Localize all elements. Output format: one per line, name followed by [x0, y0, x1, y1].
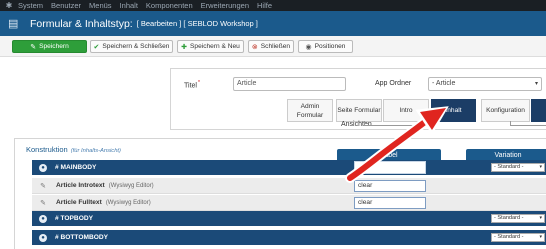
bottombody-variation-select[interactable]: - Standard - ▾ — [491, 233, 545, 242]
joomla-logo-icon[interactable]: ✱ — [4, 1, 14, 10]
title-label: Titel* — [184, 80, 200, 90]
check-icon: ✔ — [93, 43, 100, 51]
toolbar: ✎ Speichern ✔ Speichern & Schließen ✚ Sp… — [0, 36, 546, 57]
positions-button-label: Positionen — [314, 43, 346, 50]
tab-site-form[interactable]: Seite Formular — [336, 99, 382, 122]
app-folder-select[interactable]: - Article ▾ — [428, 77, 542, 91]
chevron-down-icon: ▾ — [539, 164, 542, 170]
menu-help[interactable]: Hilfe — [257, 1, 272, 10]
title-input[interactable]: Article — [233, 77, 346, 91]
tab-intro-label: Intro — [399, 107, 413, 114]
close-button-label: Schließen — [260, 43, 291, 50]
construction-title: Konstruktion (für Inhalts-Ansicht) — [26, 145, 121, 154]
field-type: (Wysiwyg Editor) — [105, 199, 151, 206]
topbody-variation-select[interactable]: - Standard - ▾ — [491, 214, 545, 223]
menu-extensions[interactable]: Erweiterungen — [201, 1, 249, 10]
positions-button[interactable]: ◉ Positionen — [298, 40, 353, 53]
save-new-button-label: Speichern & Neu — [190, 43, 240, 50]
breadcrumb: [ Bearbeiten ] [ SEBLOD Workshop ] — [136, 19, 258, 28]
field-name: Article Fulltext — [56, 199, 102, 206]
page-header: ▤ Formular & Inhaltstyp: [ Bearbeiten ] … — [0, 11, 546, 36]
position-name: # MAINBODY — [55, 164, 97, 171]
menu-users[interactable]: Benutzer — [51, 1, 81, 10]
menu-system[interactable]: System — [18, 1, 43, 10]
menu-menus[interactable]: Menüs — [89, 1, 112, 10]
introtext-label-input[interactable]: clear — [354, 180, 426, 192]
chevron-down-icon: ▾ — [539, 215, 542, 221]
save-new-button[interactable]: ✚ Speichern & Neu — [177, 40, 244, 53]
tab-more[interactable] — [531, 99, 546, 122]
close-button[interactable]: ⊗ Schließen — [248, 40, 294, 53]
field-name: Article Introtext — [56, 182, 105, 189]
tab-intro[interactable]: Intro — [383, 99, 429, 122]
save-close-button[interactable]: ✔ Speichern & Schließen — [90, 40, 173, 53]
menu-components[interactable]: Komponenten — [146, 1, 193, 10]
close-icon: ⊗ — [251, 43, 258, 51]
tab-configuration[interactable]: Konfiguration — [481, 99, 530, 122]
toggle-dot-icon[interactable]: ● — [39, 233, 47, 242]
pencil-icon[interactable]: ✎ — [39, 182, 47, 190]
menu-content[interactable]: Inhalt — [120, 1, 138, 10]
chevron-down-icon: ▾ — [534, 81, 538, 87]
tab-admin-form-label: Admin Formular — [296, 102, 324, 119]
toggle-dot-icon[interactable]: ● — [39, 214, 47, 223]
pencil-icon[interactable]: ✎ — [39, 199, 47, 207]
required-mark: * — [197, 80, 200, 86]
construction-subtitle: (für Inhalts-Ansicht) — [70, 148, 121, 154]
tab-site-form-label: Seite Formular — [337, 107, 381, 114]
views-bracket — [364, 121, 424, 126]
top-menubar: ✱ System Benutzer Menüs Inhalt Komponent… — [0, 0, 546, 11]
page-title: Formular & Inhaltstyp: — [30, 17, 133, 30]
position-row-mainbody[interactable]: ● # MAINBODY — [32, 160, 546, 175]
chevron-down-icon: ▾ — [539, 234, 542, 240]
toggle-dot-icon[interactable]: ● — [39, 163, 47, 172]
field-row-fulltext[interactable]: ✎ Article Fulltext (Wysiwyg Editor) — [32, 195, 546, 211]
mainbody-variation-select[interactable]: - Standard - ▾ — [491, 163, 545, 172]
plus-icon: ✚ — [181, 43, 187, 51]
save-button-label: Speichern — [39, 43, 69, 50]
form-icon: ▤ — [8, 17, 19, 30]
eye-icon: ◉ — [305, 43, 312, 51]
fulltext-label-input[interactable]: clear — [354, 197, 426, 209]
tab-content[interactable]: Inhalt — [431, 99, 476, 122]
field-row-introtext[interactable]: ✎ Article Introtext (Wysiwyg Editor) — [32, 178, 546, 194]
position-row-topbody[interactable]: ● # TOPBODY — [32, 211, 546, 226]
position-name: # TOPBODY — [55, 215, 93, 222]
tab-content-label: Inhalt — [445, 107, 462, 114]
tab-configuration-label: Konfiguration — [486, 107, 525, 114]
mainbody-label-input[interactable] — [354, 161, 426, 174]
views-bracket-right — [510, 121, 546, 126]
app-folder-label: App Ordner — [375, 80, 412, 87]
edit-icon: ✎ — [30, 43, 37, 51]
position-row-bottombody[interactable]: ● # BOTTOMBODY — [32, 230, 546, 245]
field-type: (Wysiwyg Editor) — [108, 182, 154, 189]
save-close-button-label: Speichern & Schließen — [102, 43, 170, 50]
position-name: # BOTTOMBODY — [55, 234, 108, 241]
save-button[interactable]: ✎ Speichern — [12, 40, 87, 53]
tab-admin-form[interactable]: Admin Formular — [287, 99, 333, 122]
app-folder-value: - Article — [432, 80, 456, 87]
